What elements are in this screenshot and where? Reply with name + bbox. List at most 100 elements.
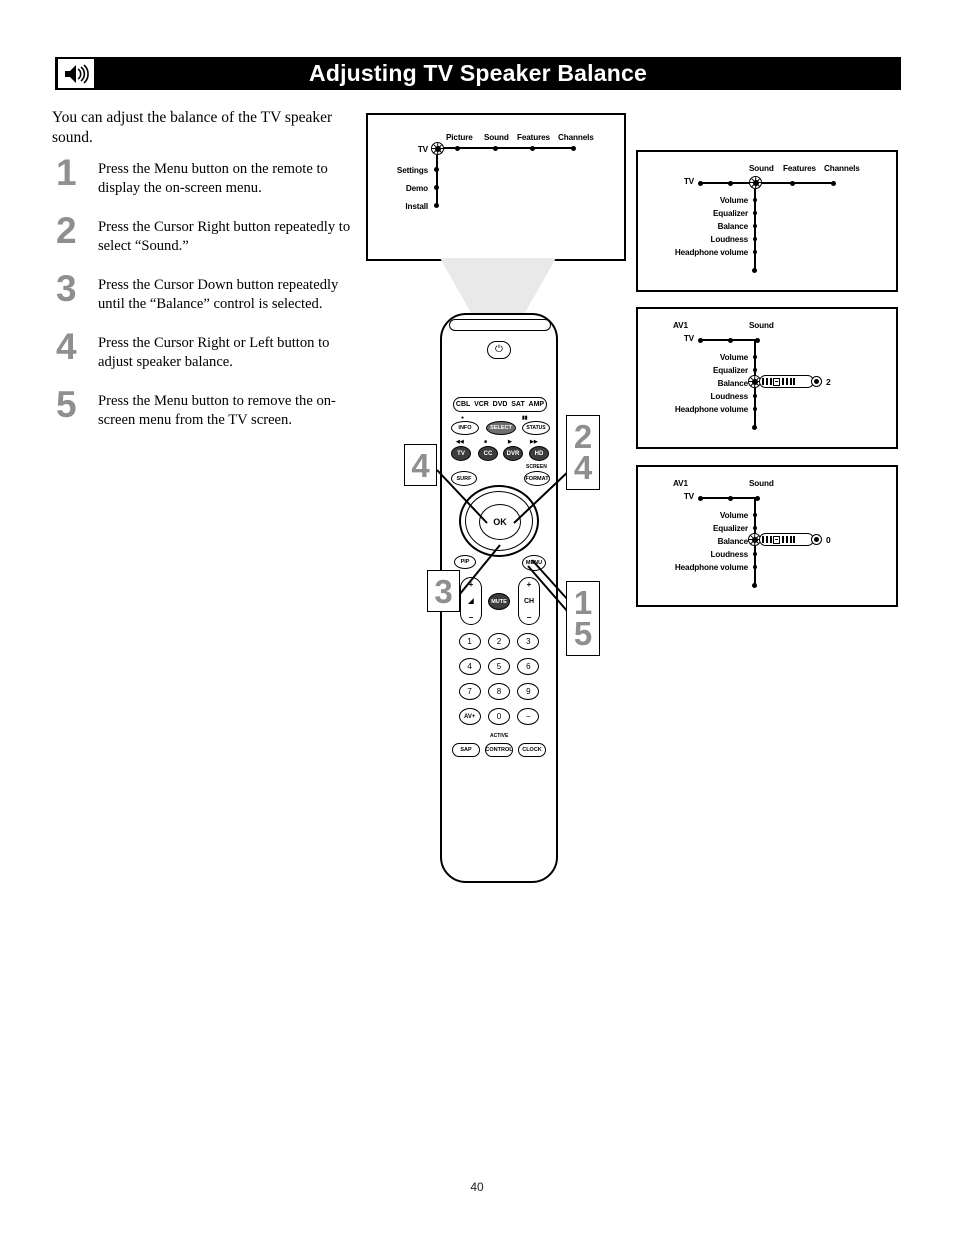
balance-slider[interactable] — [759, 375, 814, 388]
device-amp[interactable]: AMP — [529, 401, 545, 408]
format-button[interactable]: FORMAT — [524, 471, 550, 486]
callout-number-5: 5 — [573, 614, 593, 652]
select-button[interactable]: SELECT — [486, 421, 516, 435]
info-button[interactable]: INFO — [451, 421, 479, 435]
steps-list: 1 Press the Menu button on the remote to… — [52, 154, 362, 450]
device-vcr[interactable]: VCR — [474, 401, 489, 408]
step-text: Press the Menu button on the remote to d… — [98, 161, 328, 196]
power-button[interactable]: ⏻ — [487, 341, 511, 359]
menu-node-dot — [571, 145, 576, 151]
mute-button[interactable]: MUTE — [488, 593, 510, 610]
balance-slider[interactable] — [759, 533, 814, 546]
menu-label-source: AV1 — [673, 321, 688, 330]
menu-label-sound: Sound — [749, 479, 774, 488]
menu-label-loudness: Loudness — [710, 235, 749, 244]
menu-node-dot — [752, 367, 757, 372]
volume-down[interactable]: − — [469, 613, 474, 622]
callout-number-4: 4 — [573, 448, 593, 486]
balance-value: 2 — [826, 377, 831, 387]
step-number: 4 — [56, 326, 77, 367]
key-av-plus[interactable]: AV+ — [458, 708, 481, 725]
active-control-button[interactable]: CONTROL — [485, 743, 513, 757]
surf-button[interactable]: SURF — [451, 471, 477, 486]
key-0[interactable]: 0 — [487, 708, 510, 725]
numeric-keypad[interactable]: 1 2 3 4 5 6 7 8 9 AV+ 0 − — [455, 633, 543, 725]
tv-button[interactable]: TV — [451, 446, 471, 461]
menu-label-features: Features — [783, 164, 816, 173]
page-title: Adjusting TV Speaker Balance — [309, 60, 647, 86]
menu-label-sound: Sound — [749, 321, 774, 330]
cc-button[interactable]: CC — [478, 446, 498, 461]
page-number: 40 — [470, 1180, 484, 1194]
intro-text: You can adjust the balance of the TV spe… — [52, 109, 333, 147]
key-2[interactable]: 2 — [487, 633, 510, 650]
menu-label-headphone-volume: Headphone volume — [674, 405, 748, 414]
speaker-icon-glyph — [58, 59, 94, 88]
step-number: 1 — [56, 152, 77, 193]
menu-label-settings: Settings — [396, 166, 428, 175]
osd-panel-main-menu: Picture Sound Features Channels TV Setti… — [366, 113, 626, 261]
menu-label-loudness: Loudness — [710, 550, 749, 559]
dvr-button[interactable]: DVR — [503, 446, 523, 461]
callout-number-2: 2 — [573, 418, 593, 456]
pip-button[interactable]: PIP — [454, 555, 476, 569]
menu-node-dot — [752, 564, 757, 569]
sap-button[interactable]: SAP — [452, 743, 480, 757]
menu-node-dot — [752, 236, 757, 241]
key-8[interactable]: 8 — [487, 683, 510, 700]
volume-rocker[interactable]: + ◢ − — [460, 577, 482, 625]
device-selector-bar[interactable]: CBL VCR DVD SAT AMP — [453, 397, 547, 412]
key-7[interactable]: 7 — [458, 683, 481, 700]
menu-node-dot — [752, 249, 757, 254]
active-label: ACTIVE — [490, 733, 509, 739]
slider-knob[interactable] — [773, 377, 781, 386]
status-button[interactable]: STATUS — [522, 421, 550, 435]
key-9[interactable]: 9 — [517, 683, 540, 700]
volume-up[interactable]: + — [469, 580, 474, 589]
menu-label-demo: Demo — [405, 184, 428, 193]
hd-button[interactable]: HD — [529, 446, 549, 461]
menu-horizontal-axis — [700, 182, 834, 184]
channel-up[interactable]: + — [527, 580, 532, 589]
callout-step-2-4-right: 2 4 — [566, 415, 600, 490]
key-6[interactable]: 6 — [517, 658, 540, 675]
menu-node-dot — [752, 197, 757, 202]
menu-node-dot — [752, 525, 757, 530]
channel-down[interactable]: − — [527, 613, 532, 622]
menu-node-dot — [698, 180, 703, 186]
menu-label-headphone-volume: Headphone volume — [674, 563, 748, 572]
key-3[interactable]: 3 — [517, 633, 540, 650]
menu-label-volume: Volume — [719, 353, 748, 362]
menu-node-dot — [752, 210, 757, 215]
menu-label-headphone-volume: Headphone volume — [674, 248, 748, 257]
bottom-button-row[interactable]: SAP CONTROL CLOCK — [452, 743, 546, 757]
cursor-navigation-ring[interactable]: OK — [459, 485, 539, 557]
step-number: 5 — [56, 384, 77, 425]
menu-node-dot — [752, 406, 757, 411]
menu-label-loudness: Loudness — [710, 392, 749, 401]
device-cbl[interactable]: CBL — [456, 401, 470, 408]
menu-node-dot — [752, 512, 757, 517]
clock-button[interactable]: CLOCK — [518, 743, 546, 757]
menu-button[interactable]: MENU — [522, 555, 546, 571]
menu-label-tv-root: TV — [683, 177, 694, 186]
menu-node-dot — [698, 337, 703, 343]
step-item: 1 Press the Menu button on the remote to… — [52, 154, 362, 206]
key-5[interactable]: 5 — [487, 658, 510, 675]
key-dash[interactable]: − — [517, 708, 540, 725]
device-dvd[interactable]: DVD — [493, 401, 508, 408]
step-item: 3 Press the Cursor Down button repeatedl… — [52, 270, 362, 322]
slider-endcap — [811, 534, 822, 545]
ok-button[interactable]: OK — [479, 504, 521, 540]
menu-label-volume: Volume — [719, 196, 748, 205]
menu-node-dot — [752, 551, 757, 556]
key-4[interactable]: 4 — [458, 658, 481, 675]
menu-node-dot — [831, 180, 836, 186]
device-sat[interactable]: SAT — [511, 401, 524, 408]
menu-node-dot — [698, 495, 703, 501]
menu-label-sound: Sound — [749, 164, 774, 173]
pause-mark-icon: ▮▮ — [522, 415, 528, 421]
key-1[interactable]: 1 — [458, 633, 481, 650]
slider-knob[interactable] — [773, 535, 781, 544]
channel-rocker[interactable]: + CH − — [518, 577, 540, 625]
